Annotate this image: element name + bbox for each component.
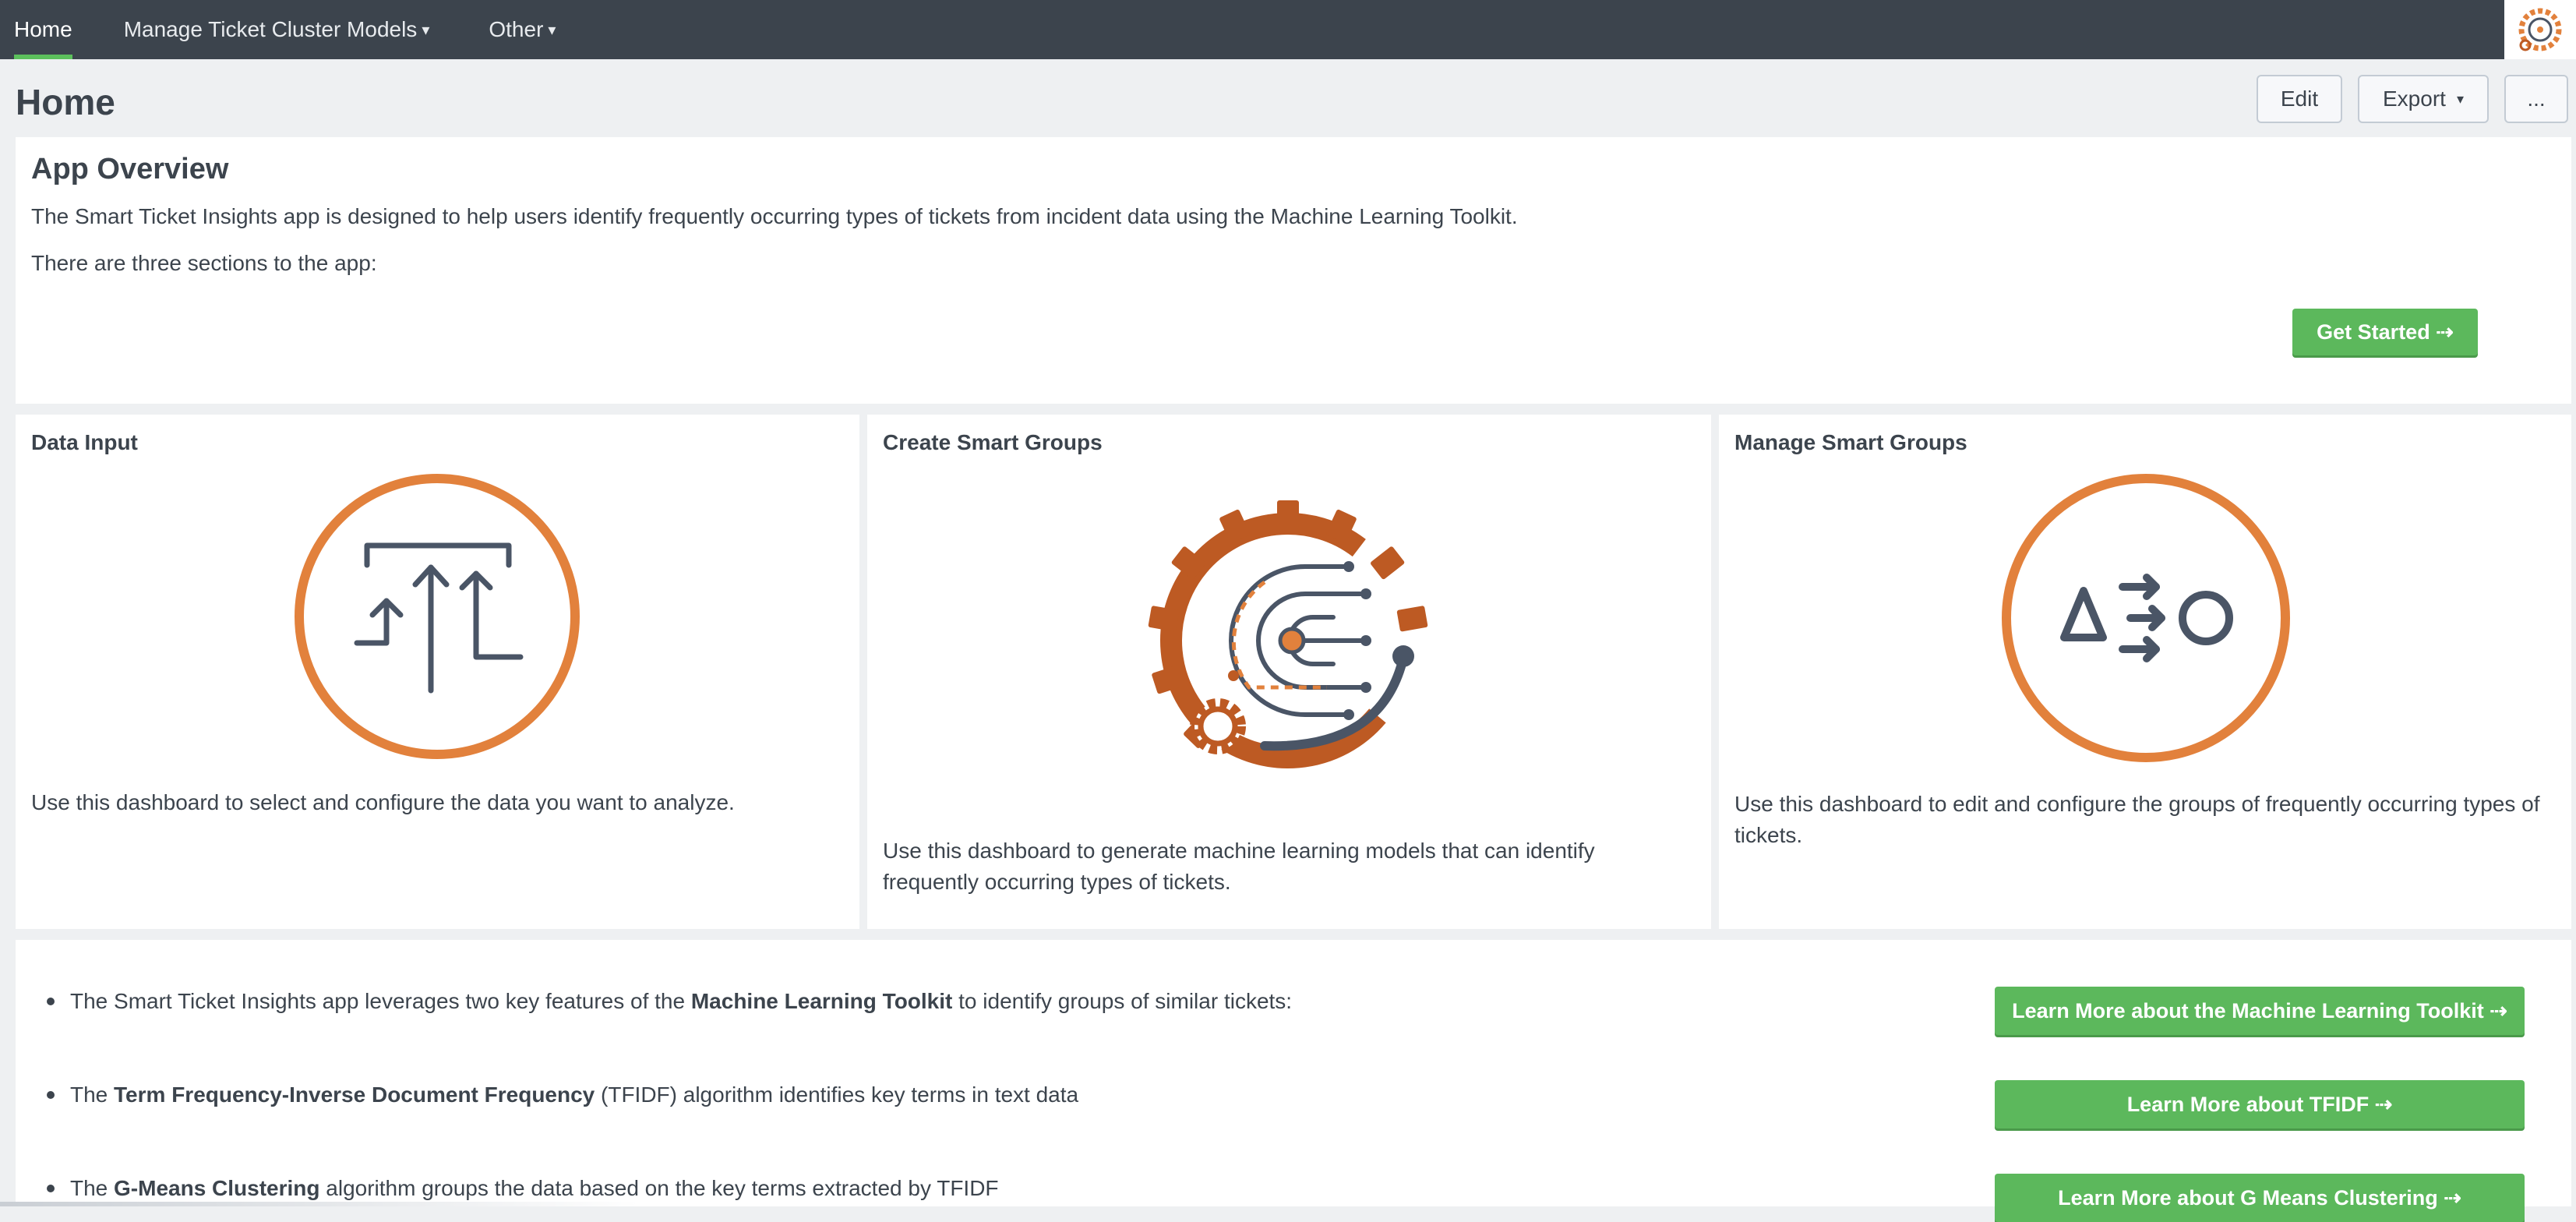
edit-button[interactable]: Edit [2257,75,2342,123]
feature-item-tfidf: The Term Frequency-Inverse Document Freq… [46,1080,1079,1110]
caret-down-icon: ▾ [2456,90,2464,107]
nav-other-label: Other [489,17,544,41]
chevron-down-icon: ▾ [422,21,430,39]
feature-text: The [70,1082,115,1107]
feature-text: algorithm groups the data based on the k… [319,1176,999,1200]
overview-title: App Overview [31,153,229,185]
card-title: Create Smart Groups [883,430,1103,454]
feature-bold: G-Means Clustering [114,1176,320,1200]
feature-bold: Term Frequency-Inverse Document Frequenc… [114,1082,595,1107]
feature-item-gmeans: The G-Means Clustering algorithm groups … [47,1174,999,1203]
data-input-card[interactable]: Data Input Use this dashboard to select … [16,415,859,929]
learn-more-mltk-button[interactable]: Learn More about the Machine Learning To… [1995,987,2525,1035]
nav-manage-ticket-cluster-models[interactable]: Manage Ticket Cluster Models ▾ [94,0,460,59]
shapes-transform-icon [2002,474,2290,766]
more-button[interactable]: ... [2504,75,2568,123]
card-description: Use this dashboard to edit and configure… [1734,792,2540,847]
feature-bold: Machine Learning Toolkit [690,989,953,1013]
upload-arrows-icon [295,474,580,763]
feature-text: The [70,1176,115,1200]
app-logo[interactable] [2504,0,2576,59]
learn-more-gmeans-button[interactable]: Learn More about G Means Clustering ⇢ [1995,1174,2525,1222]
export-label: Export [2383,87,2446,111]
app-overview-panel: App Overview The Smart Ticket Insights a… [16,137,2571,404]
nav-other[interactable]: Other ▾ [459,0,585,59]
get-started-button[interactable]: Get Started ⇢ [2292,309,2478,355]
page-title: Home [16,82,115,122]
feature-text: to identify groups of similar tickets: [952,989,1293,1013]
export-button[interactable]: Export ▾ [2358,75,2489,123]
nav-home-label: Home [14,17,72,41]
card-description: Use this dashboard to select and configu… [31,790,735,814]
overview-sections-intro: There are three sections to the app: [31,251,377,275]
chevron-down-icon: ▾ [548,21,556,39]
card-title: Manage Smart Groups [1734,430,1967,454]
gear-ml-icon [1132,493,1444,793]
scroll-shadow [0,1202,639,1206]
learn-more-tfidf-button[interactable]: Learn More about TFIDF ⇢ [1995,1080,2525,1128]
feature-item-mltk: The Smart Ticket Insights app leverages … [46,987,1293,1016]
features-panel: The Smart Ticket Insights app leverages … [16,940,2571,1222]
app-logo-icon [2518,8,2562,51]
header-actions: Edit Export ▾ ... [2257,75,2568,123]
manage-smart-groups-card[interactable]: Manage Smart Groups Use this dashboard t… [1719,415,2571,929]
top-nav: Home Manage Ticket Cluster Models ▾ Othe… [0,0,2576,59]
card-description: Use this dashboard to generate machine l… [883,839,1595,894]
card-title: Data Input [31,430,138,454]
nav-home[interactable]: Home [0,0,86,59]
create-smart-groups-card[interactable]: Create Smart Groups Use this dashboard t… [867,415,1711,929]
feature-text: (TFIDF) algorithm identifies key terms i… [595,1082,1079,1107]
overview-description: The Smart Ticket Insights app is designe… [31,204,1518,228]
nav-manage-label: Manage Ticket Cluster Models [123,17,418,41]
feature-text: The Smart Ticket Insights app leverages … [70,989,691,1013]
